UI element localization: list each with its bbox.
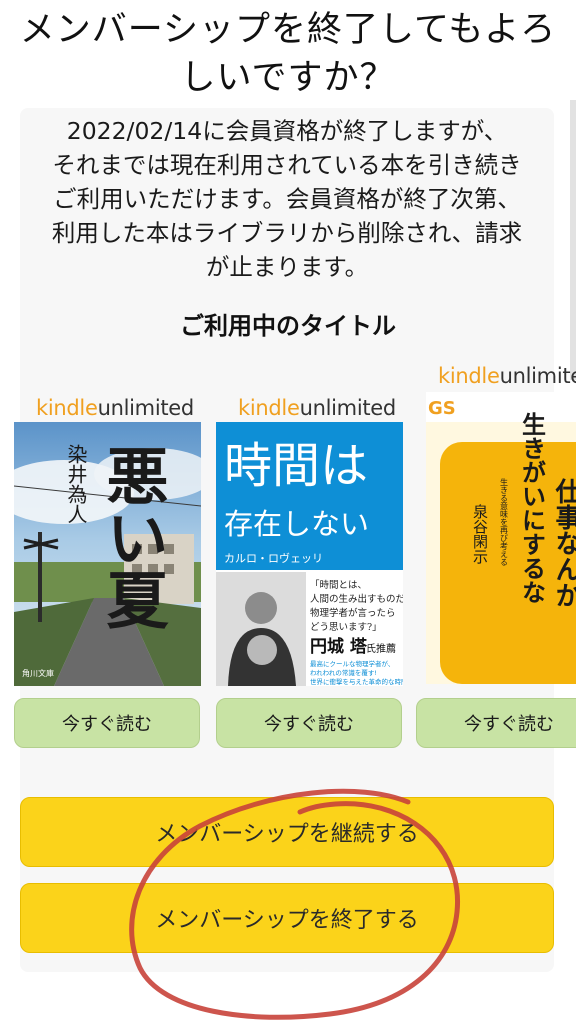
book-cover-author: 染井為人 xyxy=(64,444,88,524)
book-item: kindleunlimited GS 仕事なんか 生きがいにするな 生きる意味を… xyxy=(416,362,576,750)
book-cover-author: カルロ・ロヴェッリ xyxy=(224,551,323,565)
brand-kindle: kindle xyxy=(438,364,500,388)
book-cover-publisher: 角川文庫 xyxy=(22,668,54,678)
read-now-button[interactable]: 今すぐ読む xyxy=(14,698,200,748)
book-cover-subtitle: 存在しない xyxy=(224,507,369,541)
page-title-line: メンバーシップを終了してもよろ xyxy=(19,10,557,50)
book-cover[interactable]: 悪い夏 染井為人 角川文庫 xyxy=(14,422,201,686)
kindle-unlimited-logo: kindleunlimited xyxy=(438,362,576,390)
book-endorser: 円城 塔 xyxy=(310,636,368,657)
kindle-unlimited-logo: kindleunlimited xyxy=(238,394,428,422)
book-quote: 「時間とは、 xyxy=(310,580,367,591)
book-cover-author: 泉谷閑示 xyxy=(471,504,489,564)
message-line: それまでは現在利用されている本を引き続き xyxy=(52,151,522,179)
book-blurb: われわれの常識を覆す! xyxy=(310,668,377,677)
page-title: メンバーシップを終了してもよろ しいですか？ xyxy=(0,6,576,102)
brand-unlimited: unlimited xyxy=(499,364,576,388)
end-membership-button[interactable]: メンバーシップを終了する xyxy=(20,883,554,953)
book-cover-subtitle: 生きがいにするな xyxy=(518,412,547,604)
book-blurb: 最高にクールな物理学者が、 xyxy=(310,659,394,668)
book-blurb: 世界に衝撃を与えた革命的な時間論 xyxy=(310,677,403,686)
book-item: kindleunlimited 時間は 存在しない カルロ・ロヴェッリ 「時間と… xyxy=(216,394,406,750)
kindle-unlimited-logo: kindleunlimited xyxy=(36,394,226,422)
brand-kindle: kindle xyxy=(36,396,98,420)
continue-membership-button[interactable]: メンバーシップを継続する xyxy=(20,797,554,867)
page-title-line: しいですか？ xyxy=(180,58,396,98)
brand-kindle: kindle xyxy=(238,396,300,420)
book-cover-title: 悪い夏 xyxy=(96,444,169,630)
book-quote: 人間の生み出すものだと、 xyxy=(310,593,403,605)
book-cover-title: 時間は xyxy=(224,438,368,494)
section-title: ご利用中のタイトル xyxy=(180,312,396,340)
termination-message: 2022/02/14に会員資格が終了しますが、 それまでは現在利用されている本を… xyxy=(20,114,554,284)
book-cover[interactable]: 時間は 存在しない カルロ・ロヴェッリ 「時間とは、 人間の生み出すものだと、 … xyxy=(216,422,403,686)
message-line: ご利用いただけます。会員資格が終了次第、 xyxy=(53,185,521,213)
book-quote: 物理学者が言ったら xyxy=(310,607,396,619)
brand-unlimited: unlimited xyxy=(299,396,397,420)
message-line: が止まります。 xyxy=(205,253,369,281)
message-line: 利用した本はライブラリから削除され、請求 xyxy=(51,219,523,247)
message-line: 2022/02/14に会員資格が終了しますが、 xyxy=(66,117,508,145)
read-now-button[interactable]: 今すぐ読む xyxy=(416,698,576,748)
book-quote: どう思います?」 xyxy=(310,622,382,633)
book-endorse-suffix: 氏推薦 xyxy=(366,642,396,655)
book-cover-tagline: 生きる意味を再び考える xyxy=(500,477,509,566)
book-series: GS xyxy=(428,398,456,419)
read-now-button[interactable]: 今すぐ読む xyxy=(216,698,402,748)
book-cover-title: 仕事なんか xyxy=(551,478,576,608)
brand-unlimited: unlimited xyxy=(97,396,195,420)
book-cover[interactable]: GS 仕事なんか 生きがいにするな 生きる意味を再び考える 泉谷閑示 xyxy=(426,392,576,684)
book-item: kindleunlimited 悪い夏 染井為人 角川文庫 今すぐ読む xyxy=(14,394,204,750)
